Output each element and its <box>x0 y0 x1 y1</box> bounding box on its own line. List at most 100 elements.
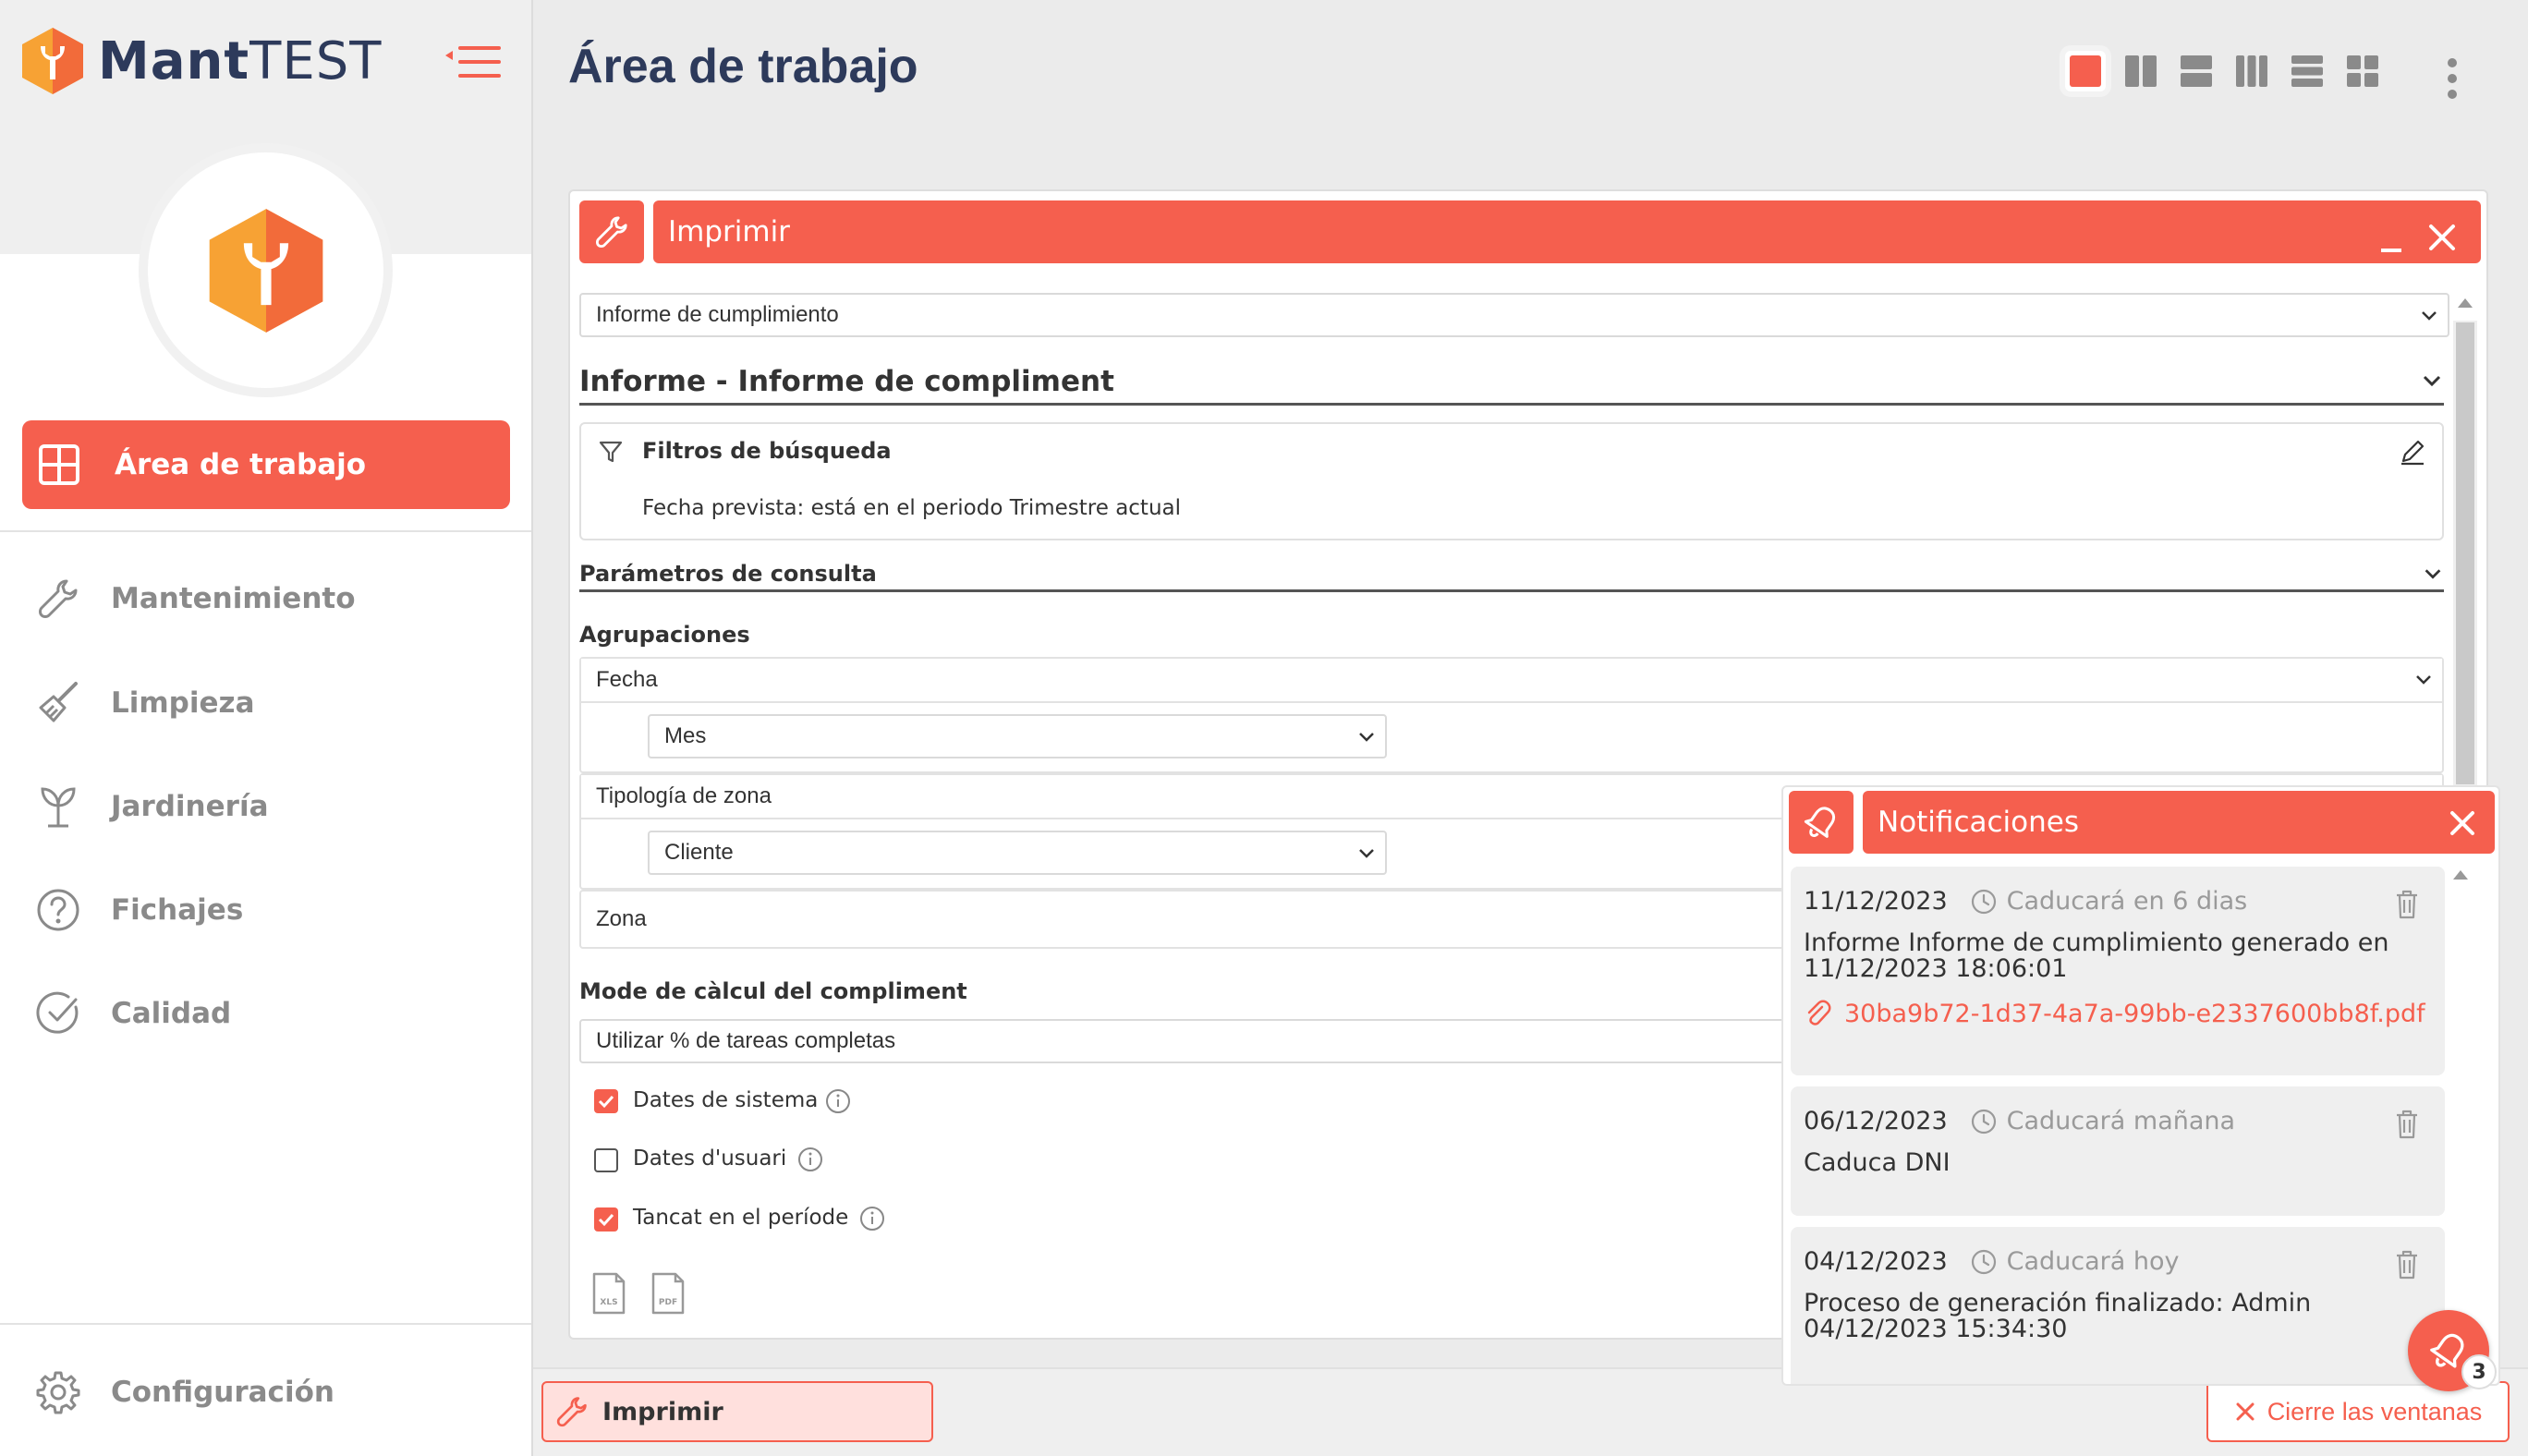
sidebar-item-label: Calidad <box>111 997 232 1030</box>
chevron-down-icon <box>2416 675 2431 685</box>
sidebar-item-settings[interactable]: Configuración <box>35 1369 334 1415</box>
chevron-down-icon <box>2422 311 2437 321</box>
xls-export-icon[interactable]: XLS <box>590 1272 627 1315</box>
plant-icon <box>41 787 76 828</box>
trash-icon[interactable] <box>2393 889 2421 920</box>
notifications-icon-box <box>1789 791 1853 854</box>
close-all-windows-button[interactable]: Cierre las ventanas <box>2206 1381 2510 1442</box>
scroll-up-icon[interactable] <box>2455 295 2475 311</box>
sidebar-item-maintenance[interactable]: Mantenimiento <box>35 576 356 622</box>
sidebar-item-label: Mantenimiento <box>111 582 356 615</box>
sidebar-divider <box>0 1323 531 1325</box>
sidebar-item-gardening[interactable]: Jardinería <box>35 783 269 830</box>
notification-date: 04/12/2023 <box>1804 1247 1948 1276</box>
more-options-icon[interactable] <box>2437 57 2467 100</box>
notification-message: Informe Informe de cumplimiento generado… <box>1804 928 2389 984</box>
scroll-up-icon[interactable] <box>2450 867 2471 883</box>
checkbox-closed-in-period[interactable] <box>594 1207 618 1232</box>
checkbox-user-dates[interactable] <box>594 1148 618 1172</box>
notification-date: 06/12/2023 <box>1804 1107 1948 1135</box>
avatar[interactable] <box>139 143 393 397</box>
layout-three-rows-button[interactable] <box>2287 51 2327 91</box>
checkbox-label: Dates de sistema <box>633 1088 819 1112</box>
info-icon[interactable] <box>824 1087 852 1115</box>
window-title: Imprimir <box>668 215 790 249</box>
pdf-label: PDF <box>659 1298 677 1307</box>
grouping-sub-value: Mes <box>664 723 707 748</box>
trash-icon[interactable] <box>2393 1109 2421 1140</box>
notifications-titlebar[interactable]: Notificaciones <box>1863 791 2495 854</box>
notification-card[interactable]: 04/12/2023 Caducará hoy Proceso de gener… <box>1791 1227 2445 1384</box>
sidebar-item-cleaning[interactable]: Limpieza <box>35 680 254 726</box>
chevron-down-icon <box>2425 569 2441 579</box>
sidebar-item-label: Limpieza <box>111 686 255 720</box>
paperclip-icon <box>1807 1000 1831 1025</box>
minimize-icon[interactable] <box>2376 226 2407 258</box>
check-circle-icon <box>36 991 79 1034</box>
two-columns-icon <box>2125 55 2157 87</box>
checkmark-icon <box>598 1095 614 1109</box>
layout-single-button[interactable] <box>2065 51 2106 91</box>
two-rows-icon <box>2181 55 2212 87</box>
three-columns-icon <box>2236 55 2267 87</box>
page-title: Área de trabajo <box>568 40 918 93</box>
notification-attachment-link[interactable]: 30ba9b72-1d37-4a7a-99bb-e2337600bb8f.pdf <box>1804 1000 2432 1028</box>
trash-icon[interactable] <box>2393 1249 2421 1280</box>
report-heading[interactable]: Informe - Informe de compliment <box>579 365 2444 406</box>
close-icon[interactable] <box>2425 221 2459 254</box>
edit-pencil-icon[interactable] <box>2398 437 2427 467</box>
logo-icon <box>22 28 83 94</box>
info-icon[interactable] <box>858 1205 886 1232</box>
grouping-field-select[interactable]: Fecha <box>581 659 2442 703</box>
sidebar-item-attendance[interactable]: Fichajes <box>35 887 243 933</box>
clock-icon <box>1971 889 1996 914</box>
wrench-icon <box>556 1397 587 1427</box>
layout-three-columns-button[interactable] <box>2231 51 2272 91</box>
checkbox-system-dates[interactable] <box>594 1089 618 1113</box>
notification-message: Caduca DNI <box>1804 1148 1951 1177</box>
grouping-sub-select[interactable]: Mes <box>648 714 1387 758</box>
grid-four-icon <box>2347 55 2378 87</box>
report-select-value: Informe de cumplimiento <box>596 302 839 327</box>
close-icon[interactable] <box>2447 807 2478 839</box>
sidebar-divider <box>0 530 531 532</box>
layout-grid-button[interactable] <box>2342 51 2383 91</box>
calc-mode-label: Mode de càlcul del compliment <box>579 978 967 1004</box>
taskbar-item-label: Imprimir <box>602 1397 723 1426</box>
layout-two-rows-button[interactable] <box>2176 51 2217 91</box>
notifications-title: Notificaciones <box>1878 806 2079 839</box>
grouping-sub-select[interactable]: Cliente <box>648 831 1387 875</box>
groupings-label: Agrupaciones <box>579 622 750 648</box>
sidebar-item-label: Fichajes <box>111 893 244 927</box>
question-circle-icon <box>37 889 79 931</box>
report-select[interactable]: Informe de cumplimiento <box>579 293 2449 337</box>
notification-card[interactable]: 11/12/2023 Caducará en 6 dias Informe In… <box>1791 867 2445 1075</box>
query-params-heading[interactable]: Parámetros de consulta <box>579 561 2444 592</box>
window-titlebar[interactable]: Imprimir <box>653 200 2481 263</box>
grouping-sub-value: Cliente <box>664 840 734 865</box>
info-icon[interactable] <box>796 1146 824 1173</box>
notification-count-badge: 3 <box>2461 1354 2497 1389</box>
sidebar-item-workspace[interactable]: Área de trabajo <box>22 420 510 509</box>
layout-two-columns-button[interactable] <box>2121 51 2161 91</box>
scrollbar-thumb[interactable] <box>2456 322 2474 784</box>
app-logo[interactable]: MantTEST <box>20 26 383 96</box>
notification-date: 11/12/2023 <box>1804 887 1948 916</box>
grouping-field-value: Fecha <box>596 667 658 692</box>
notification-card[interactable]: 06/12/2023 Caducará mañana Caduca DNI <box>1791 1086 2445 1216</box>
close-all-label: Cierre las ventanas <box>2267 1397 2483 1426</box>
notifications-panel: Notificaciones 11/12/2023 Caducará en 6 … <box>1781 785 2500 1386</box>
brush-icon <box>39 682 78 722</box>
three-rows-icon <box>2291 55 2323 87</box>
calc-mode-value: Utilizar % de tareas completas <box>596 1028 896 1053</box>
checkbox-label: Tancat en el període <box>633 1206 849 1230</box>
taskbar-item-print[interactable]: Imprimir <box>541 1381 933 1442</box>
checkmark-icon <box>598 1213 614 1227</box>
wrench-icon <box>39 579 78 618</box>
sidebar-item-quality[interactable]: Calidad <box>35 990 231 1037</box>
sidebar: MantTEST Área de trabajo Mantenimiento L… <box>0 0 533 1456</box>
window-icon <box>579 200 644 263</box>
collapse-menu-icon[interactable] <box>445 41 503 83</box>
pdf-export-icon[interactable]: PDF <box>650 1272 687 1315</box>
filter-icon <box>599 441 623 463</box>
